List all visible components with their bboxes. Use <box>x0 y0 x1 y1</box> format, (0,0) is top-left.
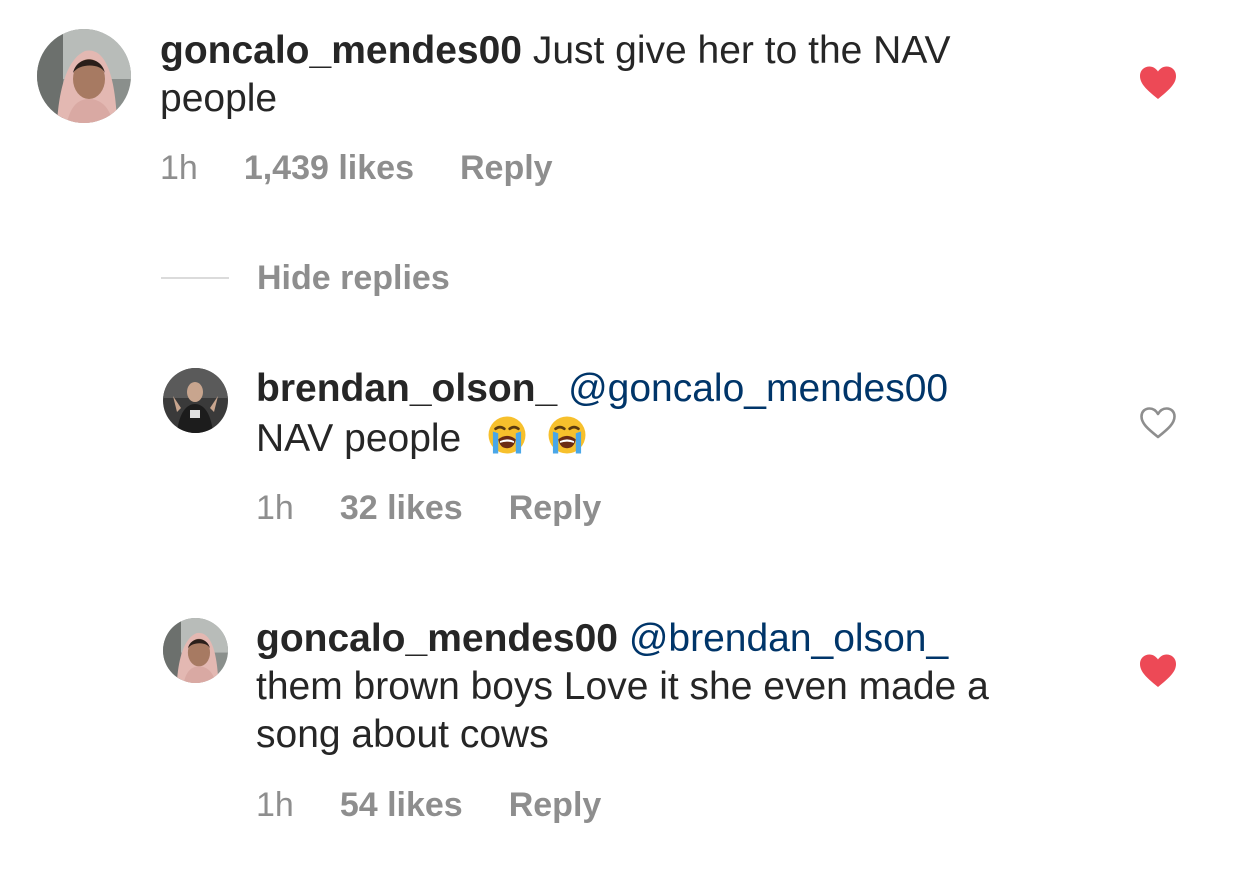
avatar-photo-goncalo <box>37 29 131 123</box>
comment-text: goncalo_mendes00 @brendan_olson_ them br… <box>256 615 1116 759</box>
comment-username[interactable]: brendan_olson_ <box>256 367 557 410</box>
likes-count-link[interactable]: 1,439 likes <box>244 149 414 187</box>
reply-button[interactable]: Reply <box>460 149 553 187</box>
loudly-crying-face-emoji <box>548 416 586 454</box>
comment-goncalo-mendes00: goncalo_mendes00 Just give her to the NA… <box>0 0 1242 210</box>
avatar-photo-goncalo <box>163 618 228 683</box>
comment-body-line2: song about cows <box>256 713 549 756</box>
heart-filled-icon[interactable] <box>1139 654 1177 688</box>
comment-body-line1: Just give her to the NAV <box>532 29 951 72</box>
comment-timestamp: 1h <box>256 786 294 824</box>
comment-meta: 1h 32 likes Reply <box>256 488 601 528</box>
mention-link[interactable]: @goncalo_mendes00 <box>568 367 948 410</box>
comment-body-line2: people <box>160 77 278 120</box>
avatar[interactable] <box>163 368 228 433</box>
hide-replies-label: Hide replies <box>257 258 450 297</box>
likes-count-link[interactable]: 54 likes <box>340 786 463 824</box>
comment-meta: 1h 1,439 likes Reply <box>160 148 553 188</box>
comment-username[interactable]: goncalo_mendes00 <box>160 29 522 72</box>
comment-meta: 1h 54 likes Reply <box>256 785 601 825</box>
reply-brendan-olson: brendan_olson_ @goncalo_mendes00 NAV peo… <box>0 340 1242 540</box>
comment-username[interactable]: goncalo_mendes00 <box>256 617 618 660</box>
divider-line <box>161 277 229 279</box>
avatar[interactable] <box>37 29 131 123</box>
heart-filled-icon[interactable] <box>1139 66 1177 100</box>
comment-text: goncalo_mendes00 Just give her to the NA… <box>160 27 1100 123</box>
comment-text: brendan_olson_ @goncalo_mendes00 NAV peo… <box>256 365 1116 463</box>
avatar-photo-brendan <box>163 368 228 433</box>
reply-button[interactable]: Reply <box>509 786 602 824</box>
reply-button[interactable]: Reply <box>509 489 602 527</box>
comment-timestamp: 1h <box>160 149 198 187</box>
likes-count-link[interactable]: 32 likes <box>340 489 463 527</box>
avatar[interactable] <box>163 618 228 683</box>
hide-replies-button[interactable]: Hide replies <box>161 258 450 298</box>
reply-goncalo-mendes00: goncalo_mendes00 @brendan_olson_ them br… <box>0 590 1242 850</box>
loudly-crying-face-emoji <box>488 416 526 454</box>
comment-body-line1: NAV people <box>256 417 462 460</box>
comment-body-line1: them brown boys Love it she even made a <box>256 665 989 708</box>
heart-outline-icon[interactable] <box>1139 406 1177 440</box>
mention-link[interactable]: @brendan_olson_ <box>629 617 948 660</box>
comment-timestamp: 1h <box>256 489 294 527</box>
